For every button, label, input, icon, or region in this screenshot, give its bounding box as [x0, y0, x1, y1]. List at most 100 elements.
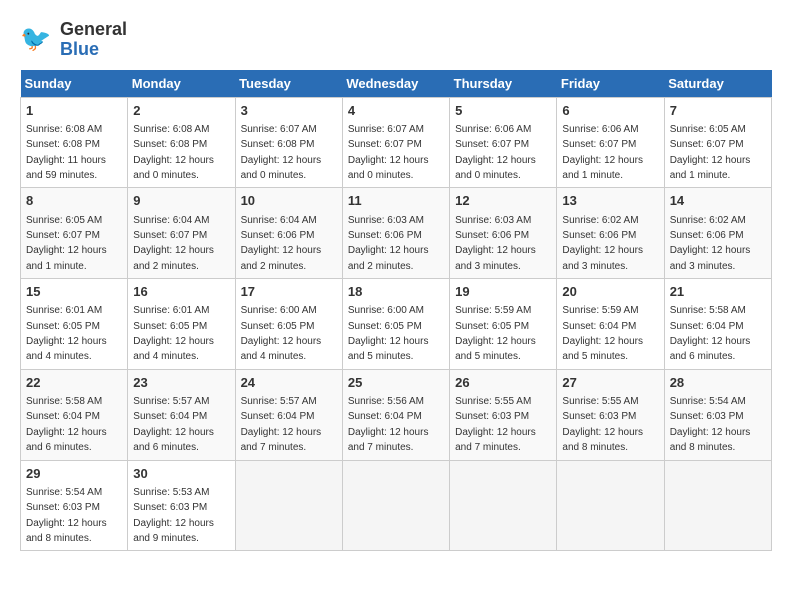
calendar-cell — [342, 460, 449, 551]
sunrise-info: Sunrise: 5:55 AM — [562, 396, 638, 407]
header-saturday: Saturday — [664, 70, 771, 98]
day-number: 3 — [241, 102, 337, 120]
daylight-info: Daylight: 12 hours and 3 minutes. — [670, 245, 751, 271]
day-number: 28 — [670, 374, 766, 392]
sunset-info: Sunset: 6:06 PM — [348, 230, 422, 241]
sunset-info: Sunset: 6:03 PM — [670, 411, 744, 422]
sunset-info: Sunset: 6:08 PM — [241, 139, 315, 150]
weekday-header-row: Sunday Monday Tuesday Wednesday Thursday… — [21, 70, 772, 98]
calendar-cell: 2 Sunrise: 6:08 AM Sunset: 6:08 PM Dayli… — [128, 97, 235, 188]
day-number: 12 — [455, 192, 551, 210]
sunset-info: Sunset: 6:06 PM — [670, 230, 744, 241]
sunset-info: Sunset: 6:03 PM — [562, 411, 636, 422]
sunrise-info: Sunrise: 6:08 AM — [133, 124, 209, 135]
calendar-cell: 15 Sunrise: 6:01 AM Sunset: 6:05 PM Dayl… — [21, 279, 128, 370]
day-number: 10 — [241, 192, 337, 210]
day-number: 27 — [562, 374, 658, 392]
sunrise-info: Sunrise: 5:54 AM — [26, 487, 102, 498]
daylight-info: Daylight: 12 hours and 0 minutes. — [241, 155, 322, 181]
calendar-cell: 11 Sunrise: 6:03 AM Sunset: 6:06 PM Dayl… — [342, 188, 449, 279]
day-number: 29 — [26, 465, 122, 483]
calendar-week-row: 15 Sunrise: 6:01 AM Sunset: 6:05 PM Dayl… — [21, 279, 772, 370]
sunset-info: Sunset: 6:06 PM — [562, 230, 636, 241]
sunrise-info: Sunrise: 6:02 AM — [670, 215, 746, 226]
sunrise-info: Sunrise: 5:56 AM — [348, 396, 424, 407]
day-number: 11 — [348, 192, 444, 210]
sunset-info: Sunset: 6:05 PM — [133, 321, 207, 332]
calendar-cell: 16 Sunrise: 6:01 AM Sunset: 6:05 PM Dayl… — [128, 279, 235, 370]
sunset-info: Sunset: 6:06 PM — [241, 230, 315, 241]
sunrise-info: Sunrise: 5:57 AM — [241, 396, 317, 407]
daylight-info: Daylight: 12 hours and 8 minutes. — [26, 518, 107, 544]
header-thursday: Thursday — [450, 70, 557, 98]
calendar-cell: 1 Sunrise: 6:08 AM Sunset: 6:08 PM Dayli… — [21, 97, 128, 188]
sunset-info: Sunset: 6:06 PM — [455, 230, 529, 241]
calendar-cell: 14 Sunrise: 6:02 AM Sunset: 6:06 PM Dayl… — [664, 188, 771, 279]
sunrise-info: Sunrise: 6:07 AM — [348, 124, 424, 135]
daylight-info: Daylight: 12 hours and 4 minutes. — [241, 336, 322, 362]
day-number: 26 — [455, 374, 551, 392]
calendar-cell: 5 Sunrise: 6:06 AM Sunset: 6:07 PM Dayli… — [450, 97, 557, 188]
day-number: 5 — [455, 102, 551, 120]
logo: 🐦 General Blue — [20, 20, 127, 60]
day-number: 8 — [26, 192, 122, 210]
sunset-info: Sunset: 6:08 PM — [133, 139, 207, 150]
daylight-info: Daylight: 12 hours and 8 minutes. — [670, 427, 751, 453]
sunrise-info: Sunrise: 5:55 AM — [455, 396, 531, 407]
sunset-info: Sunset: 6:08 PM — [26, 139, 100, 150]
daylight-info: Daylight: 12 hours and 3 minutes. — [562, 245, 643, 271]
header-friday: Friday — [557, 70, 664, 98]
calendar-cell: 13 Sunrise: 6:02 AM Sunset: 6:06 PM Dayl… — [557, 188, 664, 279]
sunset-info: Sunset: 6:07 PM — [670, 139, 744, 150]
calendar-cell: 9 Sunrise: 6:04 AM Sunset: 6:07 PM Dayli… — [128, 188, 235, 279]
sunrise-info: Sunrise: 6:00 AM — [241, 305, 317, 316]
daylight-info: Daylight: 12 hours and 0 minutes. — [133, 155, 214, 181]
sunrise-info: Sunrise: 6:00 AM — [348, 305, 424, 316]
calendar-cell — [664, 460, 771, 551]
day-number: 23 — [133, 374, 229, 392]
calendar-cell: 29 Sunrise: 5:54 AM Sunset: 6:03 PM Dayl… — [21, 460, 128, 551]
sunset-info: Sunset: 6:03 PM — [133, 502, 207, 513]
sunrise-info: Sunrise: 5:59 AM — [455, 305, 531, 316]
calendar-cell: 24 Sunrise: 5:57 AM Sunset: 6:04 PM Dayl… — [235, 369, 342, 460]
daylight-info: Daylight: 12 hours and 4 minutes. — [133, 336, 214, 362]
sunrise-info: Sunrise: 6:01 AM — [26, 305, 102, 316]
logo-icon: 🐦 — [20, 22, 56, 58]
header-tuesday: Tuesday — [235, 70, 342, 98]
day-number: 30 — [133, 465, 229, 483]
sunrise-info: Sunrise: 5:57 AM — [133, 396, 209, 407]
sunrise-info: Sunrise: 6:08 AM — [26, 124, 102, 135]
sunset-info: Sunset: 6:03 PM — [455, 411, 529, 422]
daylight-info: Daylight: 12 hours and 3 minutes. — [455, 245, 536, 271]
calendar-cell — [450, 460, 557, 551]
day-number: 22 — [26, 374, 122, 392]
header-sunday: Sunday — [21, 70, 128, 98]
day-number: 9 — [133, 192, 229, 210]
daylight-info: Daylight: 12 hours and 7 minutes. — [455, 427, 536, 453]
sunset-info: Sunset: 6:03 PM — [26, 502, 100, 513]
header-monday: Monday — [128, 70, 235, 98]
svg-text:🐦: 🐦 — [20, 25, 51, 53]
sunrise-info: Sunrise: 5:54 AM — [670, 396, 746, 407]
daylight-info: Daylight: 12 hours and 1 minute. — [670, 155, 751, 181]
calendar-cell: 4 Sunrise: 6:07 AM Sunset: 6:07 PM Dayli… — [342, 97, 449, 188]
daylight-info: Daylight: 12 hours and 5 minutes. — [455, 336, 536, 362]
sunset-info: Sunset: 6:07 PM — [348, 139, 422, 150]
sunset-info: Sunset: 6:05 PM — [241, 321, 315, 332]
day-number: 19 — [455, 283, 551, 301]
sunrise-info: Sunrise: 6:05 AM — [26, 215, 102, 226]
day-number: 20 — [562, 283, 658, 301]
calendar-cell: 21 Sunrise: 5:58 AM Sunset: 6:04 PM Dayl… — [664, 279, 771, 370]
day-number: 14 — [670, 192, 766, 210]
sunset-info: Sunset: 6:07 PM — [455, 139, 529, 150]
calendar-week-row: 8 Sunrise: 6:05 AM Sunset: 6:07 PM Dayli… — [21, 188, 772, 279]
daylight-info: Daylight: 12 hours and 8 minutes. — [562, 427, 643, 453]
daylight-info: Daylight: 12 hours and 9 minutes. — [133, 518, 214, 544]
calendar-table: Sunday Monday Tuesday Wednesday Thursday… — [20, 70, 772, 552]
calendar-week-row: 22 Sunrise: 5:58 AM Sunset: 6:04 PM Dayl… — [21, 369, 772, 460]
sunset-info: Sunset: 6:07 PM — [133, 230, 207, 241]
sunset-info: Sunset: 6:05 PM — [348, 321, 422, 332]
sunset-info: Sunset: 6:04 PM — [562, 321, 636, 332]
calendar-cell: 10 Sunrise: 6:04 AM Sunset: 6:06 PM Dayl… — [235, 188, 342, 279]
sunset-info: Sunset: 6:04 PM — [670, 321, 744, 332]
